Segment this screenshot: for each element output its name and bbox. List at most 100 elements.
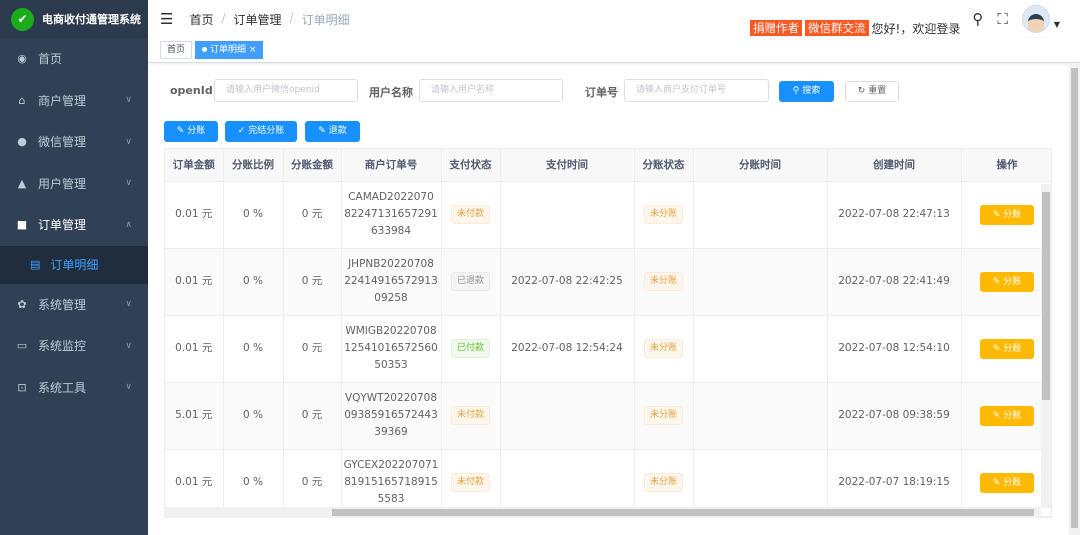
cell-amount: 5.01 元 (165, 382, 224, 450)
cell-pay-status: 已付款 (441, 315, 501, 383)
table-row[interactable]: 0.01 元0 % 0 元 JHPNB20220708 22414916572913 0… (165, 248, 1051, 316)
split-status-badge: 未分账 (643, 272, 683, 291)
column-header: 支付时间 (500, 149, 635, 182)
finish-icon: ✓ (237, 126, 246, 136)
sidebar-item-orders[interactable]: ■ 订单管理 ∧ (0, 204, 148, 246)
cell-split-time (693, 449, 828, 517)
row-split-button[interactable]: ✎ 分账 (980, 472, 1034, 493)
sidebar: ✔ 电商收付通管理系统 ◉ 首页 ⌂ 商户管理 ∨ ● 微信管理 ∨ ▲ 用户管理 ∨ ■ 订单… (0, 0, 148, 535)
reset-button[interactable]: ↻ 重置 (845, 81, 899, 102)
order-table: 订单金额 分账比例 分账金额 商户订单号 支付状态 支付时间 分账状态 分账时间 创建时间 操作 … (164, 148, 1052, 518)
search-button[interactable]: ⚲ 搜索 (779, 81, 834, 102)
sidebar-item-merchant[interactable]: ⌂ 商户管理 ∨ (0, 80, 148, 122)
close-icon[interactable]: × (249, 45, 257, 55)
cell-ratio: 0 % (223, 449, 284, 517)
page-scrollbar[interactable] (1069, 64, 1080, 535)
cell-pay-time: 2022-07-08 22:42:25 (500, 248, 635, 316)
cell-pay-time (500, 181, 635, 249)
table-horizontal-scrollbar[interactable] (164, 507, 1041, 518)
table-row[interactable]: 0.01 元0 % 0 元 CAMAD2022070 82247131657291 63… (165, 181, 1051, 249)
cell-pay-status: 已退款 (441, 248, 501, 316)
cell-order-no: WMIGB20220708 12541016572560 50353 (341, 315, 442, 383)
sidebar-subitem-order-detail[interactable]: ▤ 订单明细 (0, 245, 148, 284)
cell-ratio: 0 % (223, 315, 284, 383)
sidebar-item-monitor[interactable]: ▭ 系统监控 ∨ (0, 325, 148, 367)
tag-home[interactable]: 首页 (160, 41, 193, 59)
column-header: 订单金额 (165, 149, 224, 182)
navbar-right: 捐赠作者 微信群交流 您好!，欢迎登录 ⚲ ⛶ ▼ (750, 0, 1080, 38)
cell-split-amount: 0 元 (283, 449, 342, 517)
app-logo[interactable]: ✔ 电商收付通管理系统 (0, 0, 148, 38)
table-row[interactable]: 0.01 元0 % 0 元 WMIGB20220708 12541016572560 5… (165, 315, 1051, 383)
breadcrumb-separator: / (289, 10, 294, 25)
row-split-button[interactable]: ✎ 分账 (980, 204, 1034, 225)
split-status-badge: 未分账 (643, 406, 683, 425)
cell-pay-status: 未付款 (441, 449, 501, 517)
cell-split-amount: 0 元 (283, 315, 342, 383)
tag-order-detail[interactable]: 订单明细 × (195, 41, 264, 59)
fullscreen-icon[interactable]: ⛶ (997, 10, 1008, 28)
main-content: openId 请输入用户微信openid 用户名称 请输入用户名称 订单号 请输… (148, 64, 1080, 535)
document-icon: ▤ (30, 258, 41, 271)
cell-split-time (693, 248, 828, 316)
search-icon: ⚲ (792, 86, 800, 96)
cell-split-time (693, 181, 828, 249)
breadcrumb-item[interactable]: 首页 (189, 11, 213, 28)
cell-ratio: 0 % (223, 181, 284, 249)
refund-button[interactable]: ✎ 退款 (305, 121, 360, 142)
cell-created: 2022-07-08 09:38:59 (827, 382, 962, 450)
cell-pay-status: 未付款 (441, 181, 501, 249)
sidebar-item-label: 订单管理 (38, 218, 87, 233)
cell-amount: 0.01 元 (165, 315, 224, 383)
cell-order-no: GYCEX202207071 81915165718915 5583 (341, 449, 442, 517)
sidebar-item-users[interactable]: ▲ 用户管理 ∨ (0, 163, 148, 205)
table-row[interactable]: 0.01 元0 % 0 元 GYCEX202207071 81915165718915… (165, 449, 1051, 517)
pay-status-badge: 已退款 (450, 272, 490, 291)
table-row[interactable]: 5.01 元0 % 0 元 VQYWT20220708 09385916572443 3… (165, 382, 1051, 450)
split-button-label: 分账 (187, 126, 206, 136)
sidebar-item-label: 系统监控 (38, 339, 87, 354)
sidebar-subitem-label: 订单明细 (50, 258, 99, 272)
split-button[interactable]: ✎ 分账 (164, 121, 218, 142)
hamburger-icon[interactable]: ☰ (160, 10, 173, 28)
caret-down-icon[interactable]: ▼ (1054, 20, 1060, 29)
cell-pay-time: 2022-07-08 12:54:24 (500, 315, 635, 383)
column-header: 商户订单号 (341, 149, 442, 182)
chevron-down-icon: ∨ (125, 340, 132, 351)
donate-link[interactable]: 捐赠作者 (750, 20, 803, 36)
search-button-label: 搜索 (802, 86, 821, 96)
sidebar-item-system[interactable]: ✿ 系统管理 ∨ (0, 284, 148, 326)
finish-split-button[interactable]: ✓ 完结分账 (225, 121, 297, 142)
greeting-text: 您好!，欢迎登录 (871, 21, 961, 36)
avatar[interactable] (1021, 5, 1050, 33)
username-input[interactable]: 请输入用户名称 (419, 79, 563, 102)
row-split-button[interactable]: ✎ 分账 (980, 405, 1034, 426)
cell-split-amount: 0 元 (283, 382, 342, 450)
cell-split-time (693, 382, 828, 450)
breadcrumb-item: 订单明细 (301, 12, 350, 27)
cell-split-status: 未分账 (634, 382, 694, 450)
wechat-group-link[interactable]: 微信群交流 (805, 20, 869, 36)
openid-input[interactable]: 请输入用户微信openid (214, 79, 358, 102)
sidebar-item-wechat[interactable]: ● 微信管理 ∨ (0, 121, 148, 163)
sidebar-item-label: 用户管理 (38, 176, 87, 191)
split-status-badge: 未分账 (643, 473, 683, 492)
table-vertical-scrollbar[interactable] (1041, 184, 1051, 508)
chevron-up-icon: ∧ (125, 219, 132, 230)
row-split-button[interactable]: ✎ 分账 (980, 271, 1034, 292)
refresh-icon: ↻ (857, 86, 866, 96)
order-icon: ■ (16, 218, 28, 232)
sidebar-item-label: 系统工具 (38, 380, 87, 395)
cell-split-status: 未分账 (634, 181, 694, 249)
reset-button-label: 重置 (868, 86, 887, 96)
app-title: 电商收付通管理系统 (42, 13, 141, 26)
search-icon[interactable]: ⚲ (972, 10, 983, 28)
order-no-input[interactable]: 请输入商户支付订单号 (624, 79, 769, 102)
sidebar-item-tools[interactable]: ⊡ 系统工具 ∨ (0, 367, 148, 409)
sidebar-item-home[interactable]: ◉ 首页 (0, 38, 148, 80)
cell-amount: 0.01 元 (165, 248, 224, 316)
row-split-button[interactable]: ✎ 分账 (980, 338, 1034, 359)
wechat-pay-icon: ✔ (11, 7, 34, 31)
column-header: 分账状态 (634, 149, 694, 182)
cell-actions: ✎ 分账 (961, 315, 1051, 383)
